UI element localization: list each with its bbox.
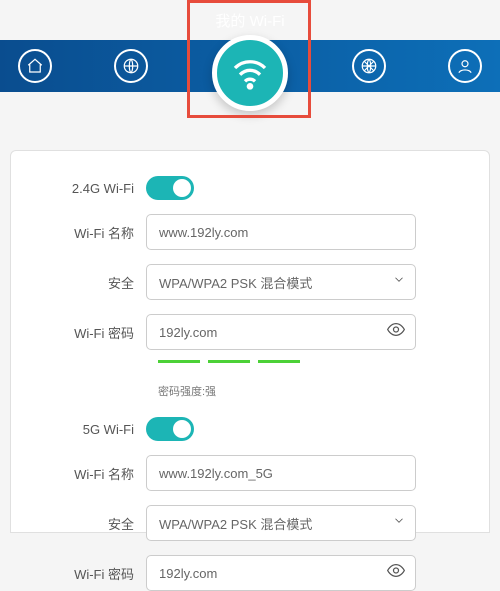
globe-icon[interactable]: [114, 49, 148, 83]
security-24g-select[interactable]: WPA/WPA2 PSK 混合模式: [146, 264, 416, 300]
strength-bar-3: [258, 360, 300, 363]
eye-icon[interactable]: [386, 561, 406, 586]
security-5g-value: WPA/WPA2 PSK 混合模式: [159, 514, 312, 533]
password-strength-bars: [158, 360, 469, 363]
page-title: 我的 Wi-Fi: [215, 10, 284, 31]
chevron-down-icon[interactable]: [392, 514, 406, 533]
wifi-settings-panel: 2.4G Wi-Fi Wi-Fi 名称 安全 WPA/WPA2 PSK 混合模式…: [10, 150, 490, 533]
name-5g-label: Wi-Fi 名称: [31, 464, 146, 483]
band-5g-label: 5G Wi-Fi: [31, 422, 146, 437]
chevron-down-icon[interactable]: [392, 273, 406, 292]
strength-bar-2: [208, 360, 250, 363]
password-24g-input[interactable]: [146, 314, 416, 350]
security-24g-value: WPA/WPA2 PSK 混合模式: [159, 273, 312, 292]
band-5g-toggle[interactable]: [146, 417, 194, 441]
password-24g-label: Wi-Fi 密码: [31, 323, 146, 342]
name-24g-input[interactable]: [146, 214, 416, 250]
security-5g-label: 安全: [31, 514, 146, 533]
security-24g-label: 安全: [31, 273, 146, 292]
name-24g-label: Wi-Fi 名称: [31, 223, 146, 242]
security-5g-select[interactable]: WPA/WPA2 PSK 混合模式: [146, 505, 416, 541]
band-24g-label: 2.4G Wi-Fi: [31, 181, 146, 196]
home-icon[interactable]: [18, 49, 52, 83]
band-24g-toggle[interactable]: [146, 176, 194, 200]
password-5g-label: Wi-Fi 密码: [31, 564, 146, 583]
wifi-tab-icon[interactable]: [212, 35, 288, 111]
name-5g-input[interactable]: [146, 455, 416, 491]
password-5g-input[interactable]: [146, 555, 416, 591]
network-icon[interactable]: [352, 49, 386, 83]
strength-bar-1: [158, 360, 200, 363]
eye-icon[interactable]: [386, 320, 406, 345]
user-icon[interactable]: [448, 49, 482, 83]
password-strength-text: 密码强度:强: [158, 383, 469, 399]
